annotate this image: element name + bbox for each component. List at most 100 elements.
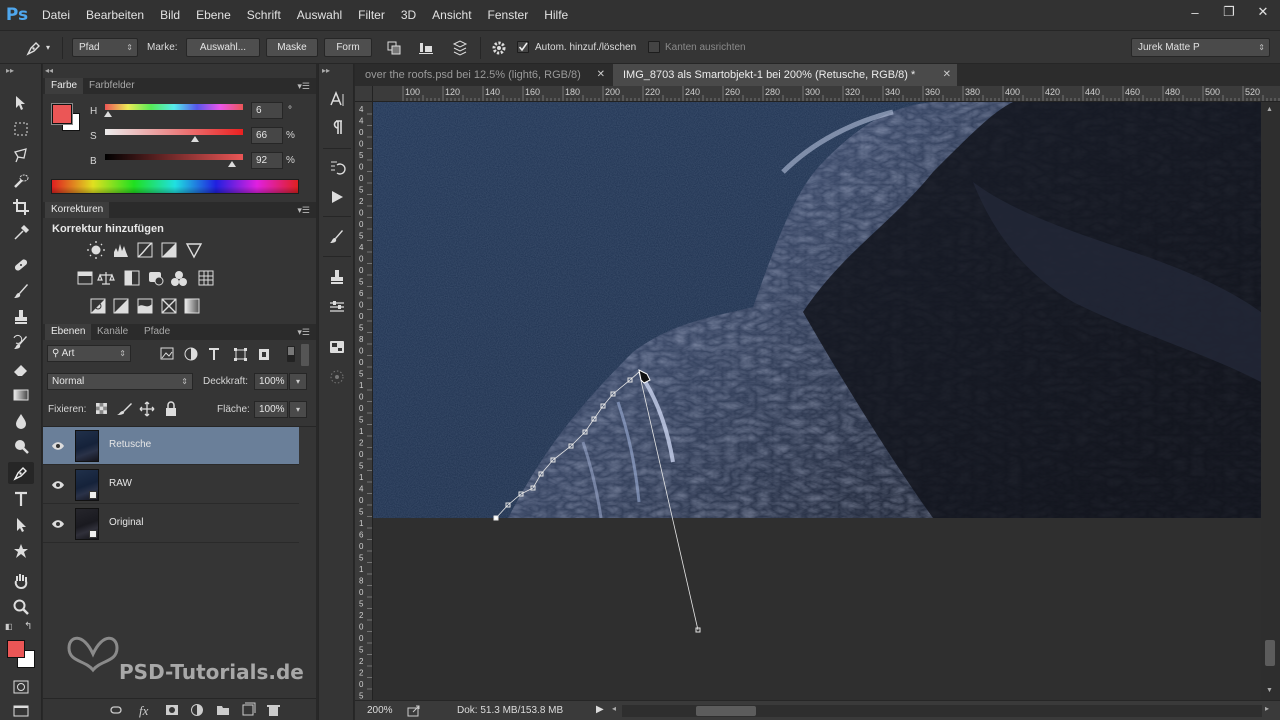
status-menu-icon[interactable]: ▶ xyxy=(596,704,604,715)
exposure-icon[interactable] xyxy=(161,242,177,258)
foreground-color-swatch[interactable] xyxy=(7,640,25,658)
layer-row-raw[interactable]: RAW xyxy=(43,466,299,504)
path-selection-tool-icon[interactable] xyxy=(8,514,34,536)
color-balance-icon[interactable] xyxy=(97,272,115,285)
minimize-button[interactable]: – xyxy=(1178,0,1212,24)
lock-all-icon[interactable] xyxy=(166,401,176,416)
color-foreground-swatch[interactable] xyxy=(51,103,73,125)
menu-3d[interactable]: 3D xyxy=(393,0,424,30)
stamp-tool-icon[interactable] xyxy=(8,306,34,328)
horizontal-scroll-thumb[interactable] xyxy=(696,706,756,716)
brightness-slider-thumb[interactable] xyxy=(228,161,236,167)
panel-menu-icon[interactable]: ▾☰ xyxy=(297,205,310,216)
visibility-eye-icon[interactable] xyxy=(50,516,66,532)
make-selection-button[interactable]: Auswahl... xyxy=(186,38,260,57)
filter-shape-icon[interactable] xyxy=(234,348,247,361)
history-brush-tool-icon[interactable] xyxy=(8,332,34,354)
info-panel-icon[interactable] xyxy=(325,336,349,358)
make-shape-button[interactable]: Form xyxy=(324,38,372,57)
horizontal-scrollbar[interactable] xyxy=(622,705,1262,717)
opacity-slider-toggle[interactable]: ▾ xyxy=(289,373,307,390)
path-arrangement-icon[interactable] xyxy=(450,38,470,57)
menu-filter[interactable]: Filter xyxy=(350,0,393,30)
properties-panel-icon[interactable] xyxy=(325,296,349,318)
b-value-field[interactable]: 92 xyxy=(251,152,283,169)
selective-color-icon[interactable] xyxy=(161,298,177,314)
panel-menu-icon[interactable]: ▾☰ xyxy=(297,327,310,338)
image-canvas[interactable] xyxy=(373,102,1261,704)
layer-row-original[interactable]: Original xyxy=(43,505,299,543)
blur-tool-icon[interactable] xyxy=(8,410,34,432)
tab-adjustments[interactable]: Korrekturen xyxy=(45,202,110,218)
type-tool-icon[interactable] xyxy=(8,488,34,510)
filter-toggle-icon[interactable] xyxy=(287,346,295,362)
menu-auswahl[interactable]: Auswahl xyxy=(289,0,350,30)
swap-colors-icon[interactable]: ↰ xyxy=(24,621,32,632)
marquee-tool-icon[interactable] xyxy=(8,118,34,140)
fill-field[interactable]: 100% xyxy=(254,401,288,418)
navigator-panel-icon[interactable] xyxy=(325,366,349,388)
custom-shape-tool-icon[interactable] xyxy=(8,540,34,562)
close-button[interactable]: ✕ xyxy=(1246,0,1280,24)
scroll-down-icon[interactable]: ▼ xyxy=(1266,687,1273,694)
filter-smart-object-icon[interactable] xyxy=(259,349,269,360)
threshold-icon[interactable] xyxy=(137,298,153,314)
menu-hilfe[interactable]: Hilfe xyxy=(536,0,576,30)
workspace-dropdown[interactable]: Jurek Matte P ⇕ xyxy=(1131,38,1270,57)
color-lookup-icon[interactable] xyxy=(198,270,214,286)
brightness-slider[interactable] xyxy=(105,154,243,160)
hue-slider[interactable] xyxy=(105,104,243,110)
menu-schrift[interactable]: Schrift xyxy=(239,0,289,30)
paragraph-panel-icon[interactable] xyxy=(325,116,349,138)
ruler-corner[interactable] xyxy=(355,86,373,102)
vertical-scroll-thumb[interactable] xyxy=(1265,640,1275,666)
menu-bild[interactable]: Bild xyxy=(152,0,188,30)
opacity-field[interactable]: 100% xyxy=(254,373,288,390)
filter-type-icon[interactable] xyxy=(209,348,219,360)
history-panel-icon[interactable] xyxy=(325,156,349,178)
auto-add-delete-checkbox[interactable] xyxy=(517,41,529,53)
filter-pixel-icon[interactable] xyxy=(160,347,174,360)
tab-paths[interactable]: Pfade xyxy=(138,324,176,340)
crop-tool-icon[interactable] xyxy=(8,196,34,218)
path-alignment-icon[interactable] xyxy=(416,38,436,57)
delete-layer-icon[interactable] xyxy=(267,705,280,716)
new-layer-icon[interactable] xyxy=(242,702,256,716)
horizontal-ruler[interactable]: 100 120 140 160 180 200 220 240 260 280 300 320 340 3… xyxy=(373,86,1280,102)
move-tool-icon[interactable] xyxy=(8,92,34,114)
zoom-level[interactable]: 200% xyxy=(367,705,393,716)
levels-icon[interactable] xyxy=(114,244,128,257)
tab-color[interactable]: Farbe xyxy=(45,78,84,94)
screen-mode-icon[interactable] xyxy=(8,700,34,720)
restore-button[interactable]: ❐ xyxy=(1212,0,1246,24)
scroll-up-icon[interactable]: ▲ xyxy=(1266,106,1273,113)
brush-tool-icon[interactable] xyxy=(8,280,34,302)
new-group-icon[interactable] xyxy=(217,706,229,715)
h-value-field[interactable]: 6 xyxy=(251,102,283,119)
vertical-scrollbar[interactable]: ▲ ▼ xyxy=(1261,102,1280,704)
visibility-eye-icon[interactable] xyxy=(50,477,66,493)
black-white-icon[interactable] xyxy=(124,270,140,286)
close-tab-icon[interactable]: ✕ xyxy=(943,64,951,86)
expand-dock-icon[interactable]: ▸▸ xyxy=(322,66,330,75)
saturation-slider[interactable] xyxy=(105,129,243,135)
add-mask-icon[interactable] xyxy=(166,705,178,715)
vertical-ruler[interactable]: 4400500520054005600580051005120514051605… xyxy=(355,102,373,704)
layer-style-icon[interactable]: fx xyxy=(139,703,149,718)
document-tab-over-the-roofs[interactable]: over the roofs.psd bei 12.5% (light6, RG… xyxy=(355,64,611,86)
filter-adjustment-icon[interactable] xyxy=(184,347,198,361)
scroll-left-icon[interactable]: ◂ xyxy=(612,704,616,713)
share-icon[interactable] xyxy=(407,704,421,718)
curves-icon[interactable] xyxy=(137,242,153,258)
invert-icon[interactable] xyxy=(90,298,106,314)
quick-selection-tool-icon[interactable] xyxy=(8,170,34,192)
photo-filter-icon[interactable] xyxy=(149,272,164,286)
color-ramp[interactable] xyxy=(51,179,299,194)
menu-datei[interactable]: Datei xyxy=(34,0,78,30)
pen-tool-preset-icon[interactable] xyxy=(24,38,44,57)
collapse-panels-icon[interactable]: ◂◂ xyxy=(45,66,53,75)
healing-brush-tool-icon[interactable] xyxy=(8,254,34,276)
close-tab-icon[interactable]: ✕ xyxy=(597,64,605,86)
gradient-map-icon[interactable] xyxy=(184,298,200,314)
actions-panel-icon[interactable] xyxy=(325,186,349,208)
